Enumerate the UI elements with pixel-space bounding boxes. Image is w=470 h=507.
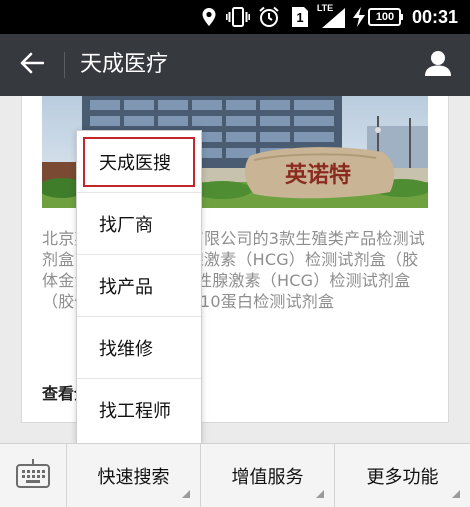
- location-icon: [200, 5, 218, 29]
- back-button[interactable]: [12, 47, 52, 83]
- popup-item-label: 找产品: [99, 276, 153, 298]
- submenu-indicator-icon: [316, 490, 324, 498]
- submenu-indicator-icon: [452, 490, 460, 498]
- popup-item-label: 找工程师: [99, 401, 171, 422]
- submenu-indicator-icon: [182, 490, 190, 498]
- account-profile-button[interactable]: [420, 47, 456, 83]
- popup-item-find-repair[interactable]: 找维修: [77, 317, 201, 379]
- title-bar: 天成医疗: [0, 34, 470, 96]
- more-features-menu-button[interactable]: 更多功能: [335, 444, 470, 507]
- popup-item-label: 找厂商: [99, 214, 153, 236]
- status-bar: 1 LTE 100 00:31: [0, 0, 470, 34]
- popup-item-find-product[interactable]: 找产品: [77, 255, 201, 317]
- charging-icon: [352, 5, 366, 29]
- stone-inscription: 英诺特: [285, 162, 351, 188]
- popup-item-label: 找维修: [99, 338, 153, 360]
- battery-level: 100: [375, 11, 395, 23]
- wechat-account-screen: 1 LTE 100 00:31 天成医疗 英诺特 北京英诺特生物技术有限公司的3…: [0, 0, 470, 507]
- alarm-icon: [258, 5, 280, 29]
- menu-button-label: 更多功能: [366, 467, 439, 488]
- quick-search-menu-button[interactable]: 快速搜索: [67, 444, 201, 507]
- sim-slot-label: 1: [296, 9, 304, 25]
- back-arrow-icon: [20, 52, 45, 78]
- status-time: 00:31: [411, 7, 458, 27]
- menu-button-label: 增值服务: [231, 467, 304, 488]
- message-list: 英诺特 北京英诺特生物技术有限公司的3款生殖类产品检测试剂盒：人绒毛膜促性腺激素…: [0, 96, 470, 443]
- page-title: 天成医疗: [80, 52, 169, 77]
- popup-item-find-engineer[interactable]: 找工程师: [77, 379, 201, 441]
- popup-item-find-manufacturer[interactable]: 找厂商: [77, 193, 201, 255]
- popup-item-tiancheng-search[interactable]: 天成医搜: [77, 131, 201, 193]
- network-type-label: LTE: [316, 3, 334, 13]
- switch-to-keyboard-button[interactable]: [0, 444, 67, 507]
- menu-button-label: 快速搜索: [97, 467, 170, 488]
- value-added-services-menu-button[interactable]: 增值服务: [201, 444, 335, 507]
- person-icon: [424, 49, 452, 81]
- keyboard-icon: [15, 459, 51, 493]
- bottom-menu-bar: 快速搜索 增值服务 更多功能: [0, 443, 470, 507]
- popup-item-label: 天成医搜: [99, 152, 171, 174]
- vibrate-icon: [226, 5, 250, 29]
- quick-search-popup-menu: 天成医搜 找厂商 找产品 找维修 找工程师: [76, 130, 202, 444]
- title-divider: [64, 52, 65, 78]
